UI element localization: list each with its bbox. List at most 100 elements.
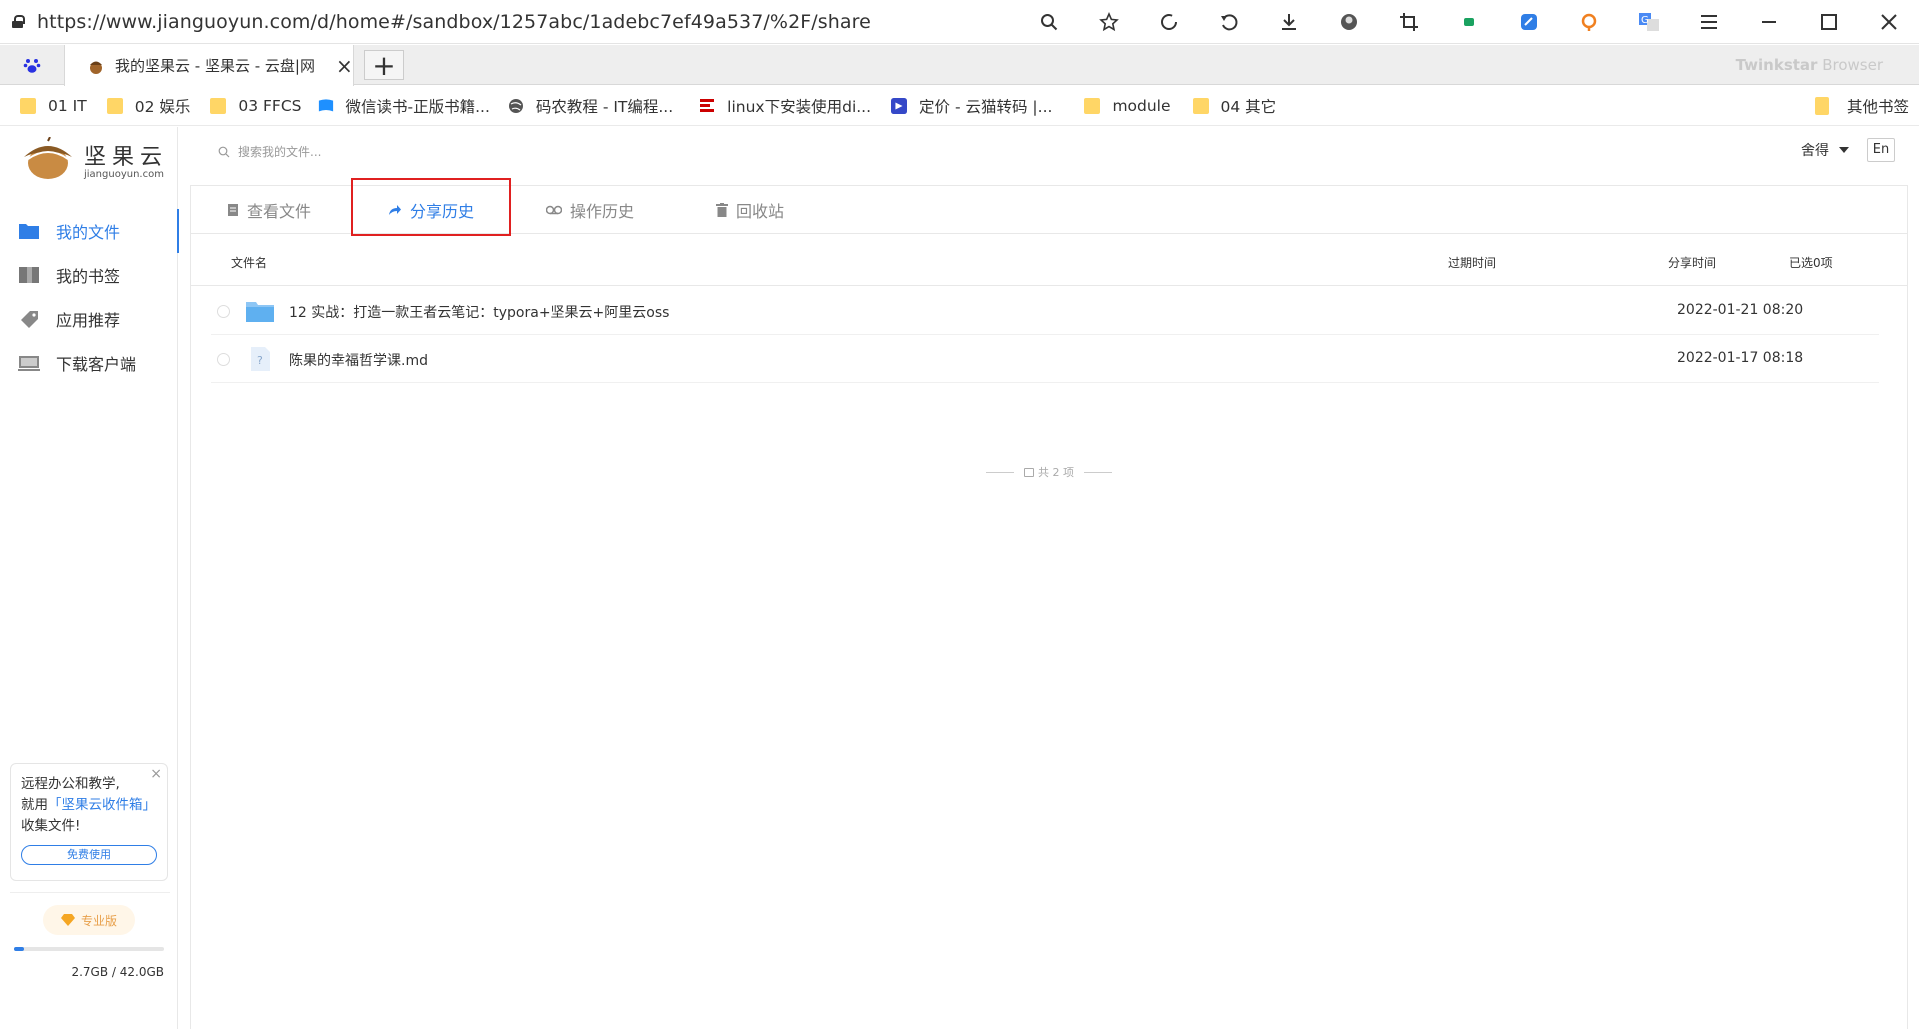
column-header-expire-time[interactable]: 过期时间 [1448, 254, 1496, 271]
bookmark-icon [19, 267, 39, 283]
storage-usage-fill [14, 947, 24, 951]
main-panel: 查看文件 分享历史 操作历史 回收站 文件名 过期时间 分享时间 已选0项 12… [190, 178, 1908, 1029]
history-icon [546, 205, 562, 215]
bookmarks-bar: 01 IT 02 娱乐 03 FFCS 微信读书-正版书籍... 码农教程 - … [0, 86, 1919, 126]
table-header: 文件名 过期时间 分享时间 已选0项 [191, 234, 1907, 286]
search-placeholder: 搜索我的文件... [238, 145, 322, 159]
search-icon [218, 146, 230, 157]
bookmark-03-ffcs[interactable]: 03 FFCS [210, 97, 302, 115]
count-icon [1024, 467, 1034, 477]
user-menu[interactable]: 舍得 [1801, 140, 1849, 160]
sidebar-item-app-recommend[interactable]: 应用推荐 [0, 297, 178, 341]
row-select-radio[interactable] [217, 305, 230, 318]
orange-extension-icon[interactable] [1559, 0, 1619, 44]
promo-close-button[interactable]: × [150, 764, 162, 785]
file-icon [228, 204, 238, 216]
file-name[interactable]: 陈果的幸福哲学课.md [289, 350, 428, 370]
column-header-filename[interactable]: 文件名 [231, 254, 267, 271]
table-row[interactable]: ? 陈果的幸福哲学课.md 2022-01-17 08:18 [211, 335, 1879, 383]
star-icon[interactable] [1079, 0, 1139, 44]
tab-bar: 查看文件 分享历史 操作历史 回收站 [191, 178, 1907, 236]
sidebar-item-label: 我的文件 [56, 223, 121, 242]
share-time: 2022-01-17 08:18 [1677, 350, 1804, 366]
bookmark-linux[interactable]: linux下安装使用di... [699, 95, 871, 117]
folder-icon [1814, 97, 1829, 115]
sidebar-item-download-client[interactable]: 下载客户端 [0, 341, 178, 385]
new-tab-button[interactable]: + [364, 49, 404, 82]
crop-icon[interactable] [1379, 0, 1439, 44]
storage-usage-bar [14, 947, 164, 951]
yunmao-icon [891, 97, 908, 114]
free-use-button[interactable]: 免费使用 [21, 845, 157, 865]
bookmark-label: 码农教程 - IT编程... [535, 97, 674, 116]
other-bookmarks[interactable]: 其他书签 [1814, 86, 1909, 126]
sidebar: 坚果云 jianguoyun.com 我的文件 我的书签 应用推荐 下载客户端 [0, 127, 179, 1029]
tab-strip: 我的坚果云 - 坚果云 - 云盘|网 × + Twinkstar Browser [0, 45, 1919, 86]
bookmark-label: 01 IT [48, 96, 87, 115]
avatar-extension-icon[interactable] [1319, 0, 1379, 44]
promo-line2: 就用「坚果云收件箱」 [21, 795, 157, 816]
tab-recycle-bin[interactable]: 回收站 [716, 186, 784, 234]
bookmark-manong[interactable]: 码农教程 - IT编程... [508, 95, 673, 117]
bookmark-04-other[interactable]: 04 其它 [1192, 95, 1277, 117]
minimize-icon[interactable] [1739, 0, 1799, 44]
logo-text-cn: 坚果云 [84, 144, 169, 170]
maximize-icon[interactable] [1799, 0, 1859, 44]
acorn-logo-icon [24, 137, 72, 179]
bookmark-02-entertainment[interactable]: 02 娱乐 [106, 95, 190, 117]
sidebar-item-label: 下载客户端 [56, 355, 137, 374]
green-extension-icon[interactable] [1439, 0, 1499, 44]
close-window-icon[interactable] [1859, 0, 1919, 44]
language-button[interactable]: En [1867, 138, 1895, 162]
sync-icon[interactable] [1139, 0, 1199, 44]
sidebar-divider [10, 892, 170, 893]
zoom-icon[interactable] [1019, 0, 1079, 44]
table-row[interactable]: 12 实战：打造一款王者云笔记：typora+坚果云+阿里云oss 2022-0… [211, 287, 1879, 335]
url-field[interactable]: https://www.jianguoyun.com/d/home#/sandb… [37, 11, 871, 33]
folder-icon [1192, 97, 1209, 114]
folder-icon [210, 97, 227, 114]
download-icon[interactable] [1259, 0, 1319, 44]
divider-line [986, 471, 1014, 473]
sidebar-item-my-files[interactable]: 我的文件 [0, 209, 179, 253]
undo-close-icon[interactable] [1199, 0, 1259, 44]
sidebar-item-my-bookmarks[interactable]: 我的书签 [0, 253, 178, 297]
file-name[interactable]: 12 实战：打造一款王者云笔记：typora+坚果云+阿里云oss [289, 302, 669, 322]
diamond-icon [60, 914, 75, 926]
bookmark-weread[interactable]: 微信读书-正版书籍... [318, 95, 490, 117]
logo[interactable]: 坚果云 jianguoyun.com [20, 137, 168, 181]
bookmark-module[interactable]: module [1084, 97, 1171, 115]
tag-icon [21, 311, 38, 328]
sidebar-nav: 我的文件 我的书签 应用推荐 下载客户端 [0, 209, 179, 385]
promo-line2-prefix: 就用 [21, 797, 48, 813]
caret-down-icon [1839, 147, 1849, 153]
browser-toolbar: G [1019, 0, 1919, 44]
column-header-share-time[interactable]: 分享时间 [1668, 254, 1716, 271]
pro-badge[interactable]: 专业版 [43, 905, 135, 935]
item-count-text: 共 2 项 [1038, 466, 1074, 479]
bookmark-label: 04 其它 [1220, 97, 1277, 116]
search-input[interactable]: 搜索我的文件... [218, 143, 321, 160]
row-select-radio[interactable] [217, 353, 230, 366]
svg-text:G: G [1641, 15, 1649, 26]
logo-text-en: jianguoyun.com [84, 168, 164, 180]
promo-line3: 收集文件! [21, 818, 81, 834]
tab-label: 查看文件 [247, 202, 312, 221]
active-tab[interactable]: 我的坚果云 - 坚果云 - 云盘|网 × [64, 45, 354, 86]
tab-title: 我的坚果云 - 坚果云 - 云盘|网 [115, 57, 315, 75]
menu-icon[interactable] [1679, 0, 1739, 44]
blue-extension-icon[interactable] [1499, 0, 1559, 44]
bookmark-yunmao[interactable]: 定价 - 云猫转码 |... [891, 95, 1052, 117]
baidu-tab[interactable] [0, 45, 64, 85]
unknown-file-icon: ? [251, 347, 270, 371]
tab-view-files[interactable]: 查看文件 [227, 186, 311, 234]
tab-operation-history[interactable]: 操作历史 [546, 186, 634, 234]
lock-icon [12, 15, 25, 28]
divider-line [1084, 471, 1112, 473]
promo-inbox-link[interactable]: 「坚果云收件箱」 [48, 797, 156, 813]
tab-close-button[interactable]: × [336, 54, 353, 78]
promo-line1: 远程办公和教学, [21, 776, 120, 792]
svg-text:?: ? [257, 354, 263, 367]
translate-icon[interactable]: G [1619, 0, 1679, 44]
bookmark-01-it[interactable]: 01 IT [20, 97, 87, 115]
